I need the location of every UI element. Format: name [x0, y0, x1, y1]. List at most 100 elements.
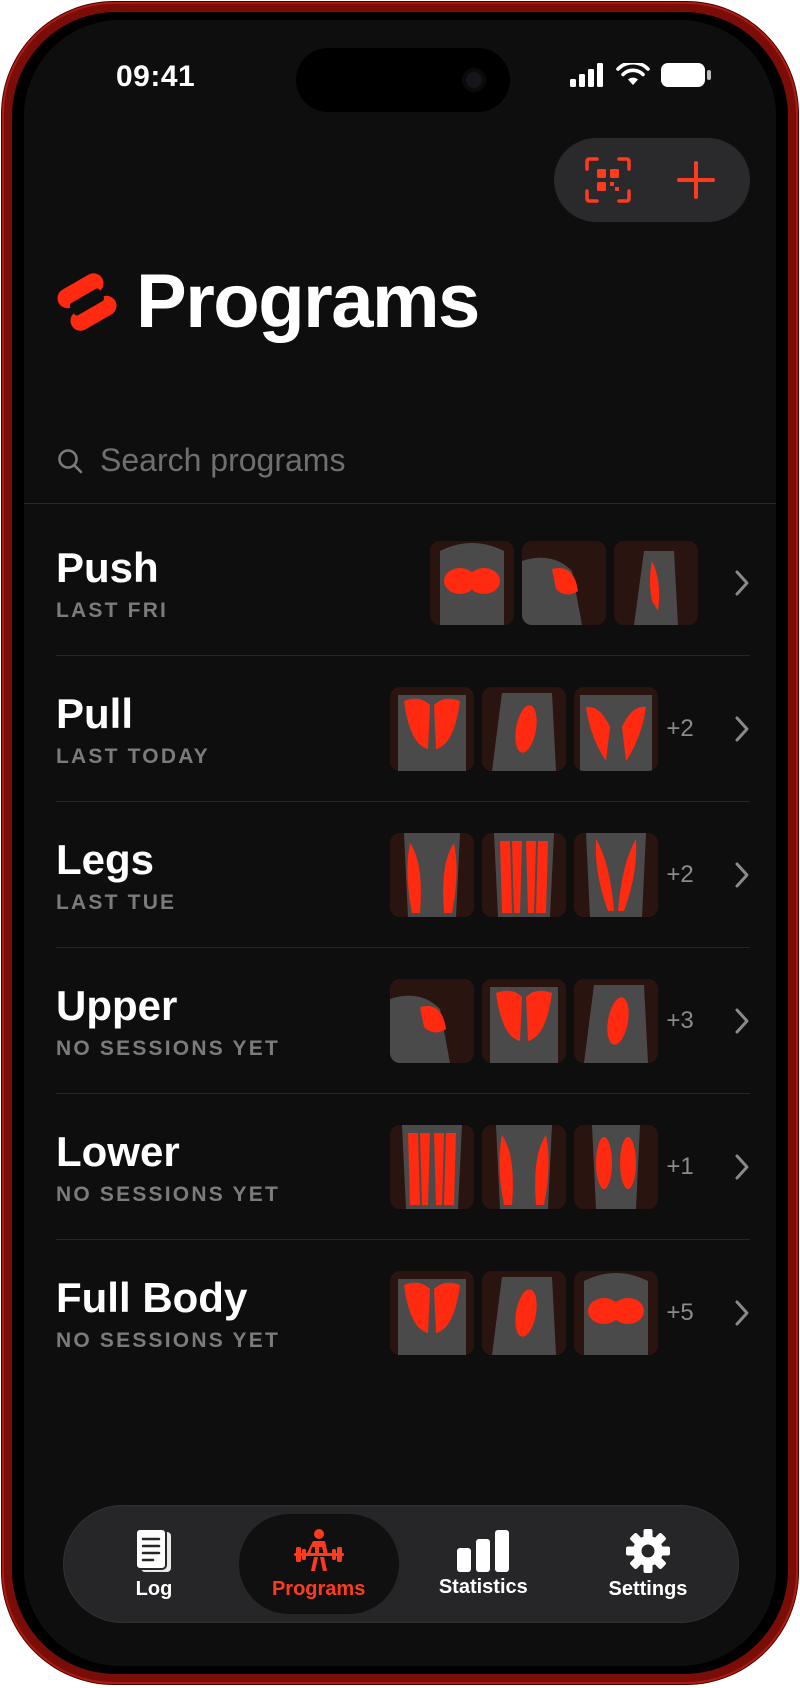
- hamstrings-muscle-icon: [482, 832, 566, 917]
- muscle-thumbnails: [390, 1124, 658, 1209]
- status-icons: [570, 62, 712, 88]
- biceps-muscle-icon: [482, 686, 566, 771]
- program-last-session: NO SESSIONS YET: [56, 1329, 280, 1352]
- biceps-muscle-icon: [482, 1271, 566, 1355]
- hamstrings-muscle-icon: [390, 1124, 474, 1209]
- battery-icon: [661, 63, 711, 87]
- muscle-thumbnail-biceps: [482, 1271, 566, 1355]
- muscle-thumbnail-shoulders: [390, 978, 474, 1063]
- gear-icon: [625, 1528, 670, 1573]
- muscle-thumbnail-chest: [574, 1271, 658, 1355]
- back-muscle-icon: [390, 1271, 474, 1355]
- tab-programs[interactable]: Programs: [238, 1514, 399, 1614]
- bar-chart-icon: [457, 1529, 510, 1572]
- program-row[interactable]: Lower NO SESSIONS YET +1: [56, 1094, 750, 1240]
- muscle-thumbnail-hamstrings: [390, 1124, 474, 1209]
- app-logo-icon: [57, 272, 117, 331]
- chevron-right-icon: [702, 1007, 750, 1035]
- muscle-thumbnail-biceps: [482, 686, 566, 771]
- program-name: Pull: [56, 689, 134, 737]
- more-muscles-count: +1: [666, 1152, 694, 1180]
- shoulders-muscle-icon: [522, 540, 606, 625]
- program-name: Upper: [56, 981, 178, 1029]
- program-text: Pull LAST TODAY: [56, 689, 390, 769]
- status-time: 09:41: [116, 60, 196, 93]
- qr-scan-icon: [585, 157, 631, 203]
- chevron-right-icon: [702, 1299, 750, 1327]
- tab-bar: Log Programs Statistics Settings: [64, 1506, 738, 1622]
- tab-label: Settings: [608, 1577, 688, 1600]
- program-row[interactable]: Legs LAST TUE +2: [56, 802, 750, 948]
- program-last-session: LAST TODAY: [56, 744, 210, 768]
- search-bar[interactable]: [24, 418, 776, 504]
- quads-muscle-icon: [390, 832, 474, 917]
- quads-muscle-icon: [482, 1124, 566, 1209]
- program-name: Lower: [56, 1127, 180, 1175]
- program-row[interactable]: Full Body NO SESSIONS YET +5: [56, 1240, 750, 1386]
- more-muscles-count: +2: [666, 860, 694, 888]
- back-muscle-icon: [390, 686, 474, 771]
- program-text: Full Body NO SESSIONS YET: [56, 1273, 390, 1353]
- muscle-thumbnails: [390, 1271, 658, 1355]
- chevron-right-icon: [702, 861, 750, 889]
- page-title: Programs: [136, 259, 480, 344]
- program-row[interactable]: Pull LAST TODAY +2: [56, 656, 750, 802]
- program-last-session: NO SESSIONS YET: [56, 1182, 280, 1206]
- calves-muscle-icon: [574, 1124, 658, 1209]
- title-row: Programs: [56, 258, 480, 345]
- chest-muscle-icon: [574, 1271, 658, 1355]
- muscle-thumbnail-back: [482, 978, 566, 1063]
- muscle-thumbnails: [430, 540, 698, 625]
- biceps-muscle-icon: [574, 978, 658, 1063]
- wifi-icon: [616, 63, 650, 85]
- muscle-thumbnail-back: [390, 1271, 474, 1355]
- signal-icon: [570, 63, 603, 87]
- program-last-session: LAST FRI: [56, 598, 169, 622]
- program-row[interactable]: Upper NO SESSIONS YET +3: [56, 948, 750, 1094]
- program-last-session: LAST TUE: [56, 890, 177, 914]
- muscle-thumbnail-shoulders: [522, 540, 606, 625]
- tab-log[interactable]: Log: [74, 1514, 234, 1614]
- muscle-thumbnail-lats: [574, 686, 658, 771]
- muscle-thumbnail-back: [390, 686, 474, 771]
- phone-frame: 09:41 Programs Search programs Push LAST…: [2, 2, 798, 1684]
- adductors-muscle-icon: [574, 832, 658, 917]
- tab-settings[interactable]: Settings: [568, 1514, 728, 1614]
- scan-qr-button[interactable]: [578, 150, 638, 210]
- more-muscles-count: +2: [666, 714, 694, 742]
- program-text: Legs LAST TUE: [56, 835, 390, 915]
- notebook-icon: [135, 1527, 171, 1572]
- muscle-thumbnail-chest: [430, 540, 514, 625]
- program-list: Push LAST FRI Pull LAST TODAY +2 Legs LAST TUE…: [56, 510, 750, 1386]
- chevron-right-icon: [702, 715, 750, 743]
- chevron-right-icon: [702, 1153, 750, 1181]
- tab-label: Programs: [271, 1577, 366, 1600]
- muscle-thumbnails: [390, 832, 658, 917]
- lats-muscle-icon: [574, 686, 658, 771]
- muscle-thumbnails: [390, 978, 658, 1063]
- tab-label: Log: [135, 1577, 173, 1600]
- program-row[interactable]: Push LAST FRI: [56, 510, 750, 656]
- muscle-thumbnail-quads: [482, 1124, 566, 1209]
- muscle-thumbnail-triceps: [614, 540, 698, 625]
- app-screen: 09:41 Programs Search programs Push LAST…: [24, 20, 776, 1666]
- muscle-thumbnails: [390, 686, 658, 771]
- muscle-thumbnail-biceps: [574, 978, 658, 1063]
- dynamic-island: [296, 48, 510, 112]
- weightlifter-icon: [293, 1528, 344, 1571]
- camera-icon: [462, 68, 486, 92]
- tab-label: Statistics: [438, 1575, 528, 1598]
- plus-icon: [677, 161, 715, 199]
- tab-statistics[interactable]: Statistics: [403, 1514, 563, 1614]
- triceps-muscle-icon: [614, 540, 698, 625]
- program-text: Upper NO SESSIONS YET: [56, 981, 390, 1061]
- add-program-button[interactable]: [666, 150, 726, 210]
- program-name: Legs: [56, 835, 155, 883]
- program-name: Push: [56, 543, 159, 591]
- search-input[interactable]: [100, 442, 700, 479]
- search-icon: [58, 448, 83, 473]
- program-name: Full Body: [56, 1274, 248, 1321]
- program-text: Lower NO SESSIONS YET: [56, 1127, 390, 1207]
- header-actions: [554, 138, 750, 222]
- back-muscle-icon: [482, 978, 566, 1063]
